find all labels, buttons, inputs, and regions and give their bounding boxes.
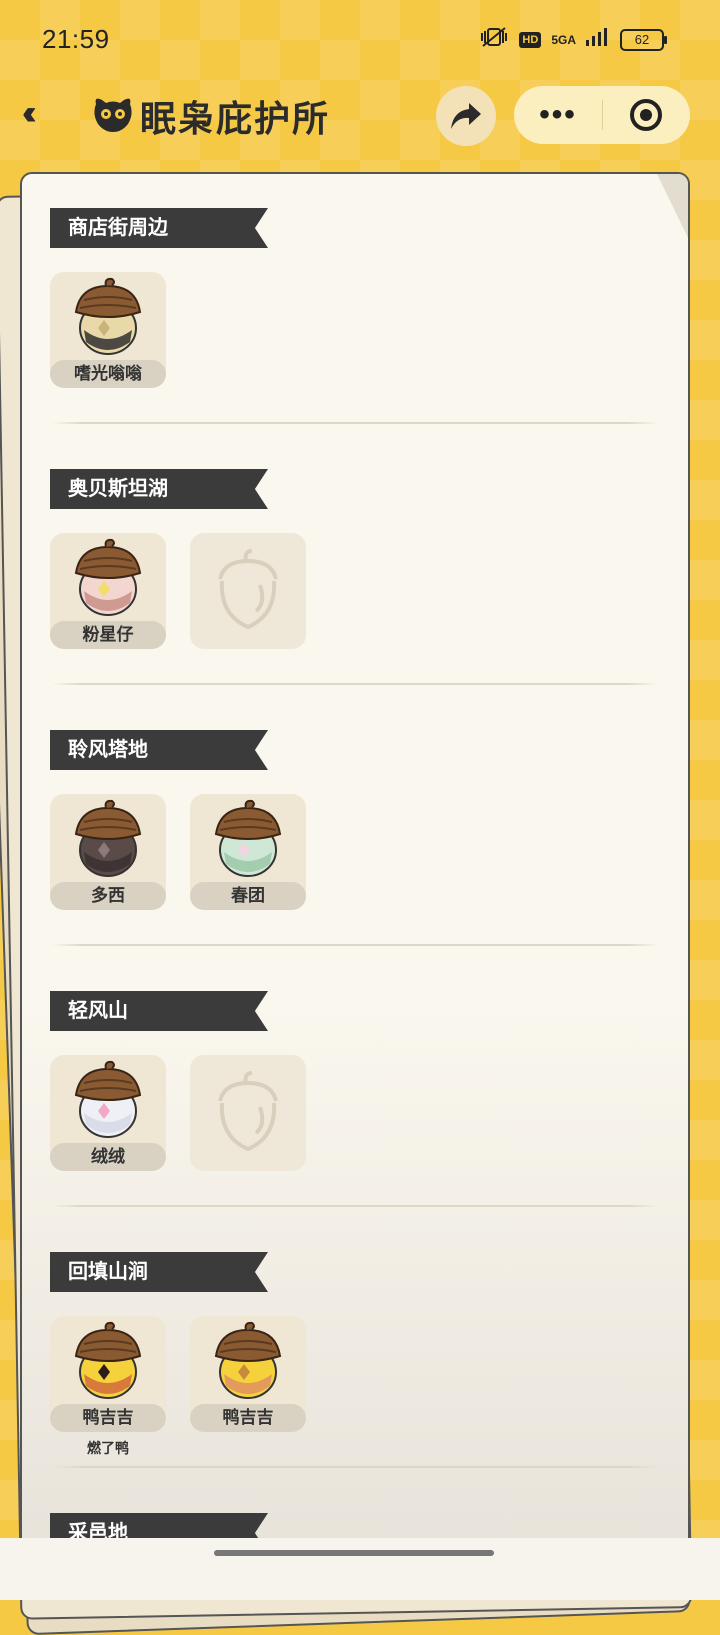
creature-card-row: 绒绒 bbox=[50, 1055, 306, 1171]
close-target-icon bbox=[630, 99, 662, 131]
empty-creature-slot[interactable] bbox=[190, 533, 306, 649]
acorn-creature-icon bbox=[74, 1321, 142, 1399]
section-header: 回填山涧 bbox=[50, 1252, 268, 1292]
section-divider bbox=[52, 1466, 658, 1468]
status-bar: 21:59 HD 5GA 62 bbox=[0, 0, 720, 80]
back-button[interactable]: ‹‹ bbox=[22, 94, 36, 133]
acorn-creature-icon bbox=[74, 538, 142, 616]
empty-acorn-slot-icon bbox=[218, 1071, 278, 1152]
section-header: 奥贝斯坦湖 bbox=[50, 469, 268, 509]
creature-name-label: 鸭吉吉 bbox=[50, 1404, 166, 1432]
section-divider bbox=[52, 422, 658, 424]
creature-name-label: 绒绒 bbox=[50, 1143, 166, 1171]
creature-sub-label: 燃了鸭 bbox=[87, 1440, 129, 1456]
share-arrow-icon bbox=[451, 103, 481, 129]
creature-card[interactable]: 春团 bbox=[190, 794, 306, 910]
section-header: 商店街周边 bbox=[50, 208, 268, 248]
acorn-creature-icon bbox=[214, 1321, 282, 1399]
bottom-bar bbox=[0, 1538, 720, 1600]
creature-name-label: 嗜光嗡嗡 bbox=[50, 360, 166, 388]
creature-card[interactable]: 多西 bbox=[50, 794, 166, 910]
signal-icon bbox=[586, 28, 610, 51]
creature-card-row: 鸭吉吉 燃了鸭 鸭吉吉 bbox=[50, 1316, 306, 1456]
status-icons: HD 5GA 62 bbox=[479, 26, 667, 53]
close-target-button[interactable] bbox=[602, 86, 690, 144]
creature-name-label: 粉星仔 bbox=[50, 621, 166, 649]
creature-card[interactable]: 鸭吉吉 燃了鸭 bbox=[50, 1316, 166, 1456]
creature-name-label: 春团 bbox=[190, 882, 306, 910]
creature-card[interactable]: 绒绒 bbox=[50, 1055, 166, 1171]
creature-card[interactable]: 粉星仔 bbox=[50, 533, 166, 649]
battery-indicator: 62 bbox=[620, 28, 667, 51]
status-time: 21:59 bbox=[42, 24, 110, 54]
creature-card-row: 粉星仔 bbox=[50, 533, 306, 649]
more-menu-button[interactable]: ••• bbox=[514, 86, 602, 144]
creature-card[interactable]: 嗜光嗡嗡 bbox=[50, 272, 166, 388]
mini-program-capsule: ••• bbox=[514, 86, 690, 144]
creature-card-row: 嗜光嗡嗡 bbox=[50, 272, 166, 388]
paper-fold-corner bbox=[656, 174, 688, 242]
home-indicator[interactable] bbox=[214, 1550, 494, 1556]
network-label: 5GA bbox=[551, 32, 576, 47]
acorn-creature-icon bbox=[74, 1060, 142, 1138]
section-divider bbox=[52, 683, 658, 685]
creature-name-label: 鸭吉吉 bbox=[190, 1404, 306, 1432]
collection-paper: 商店街周边嗜光嗡嗡奥贝斯坦湖粉星仔聆风塔地多西 春团轻风山绒绒回填山涧鸭吉吉燃了鸭… bbox=[20, 172, 690, 1556]
acorn-creature-icon bbox=[74, 277, 142, 355]
section-divider bbox=[52, 1205, 658, 1207]
section-divider bbox=[52, 944, 658, 946]
acorn-creature-icon bbox=[74, 799, 142, 877]
vibrate-mute-icon bbox=[479, 26, 509, 53]
nav-bar: ‹‹ 眠枭庇护所 ••• bbox=[0, 80, 720, 146]
empty-creature-slot[interactable] bbox=[190, 1055, 306, 1171]
section-header: 聆风塔地 bbox=[50, 730, 268, 770]
creature-card[interactable]: 鸭吉吉 bbox=[190, 1316, 306, 1432]
owl-logo-icon bbox=[92, 94, 134, 132]
creature-card-row: 多西 春团 bbox=[50, 794, 306, 910]
hd-badge: HD bbox=[519, 31, 542, 48]
page-title: 眠枭庇护所 bbox=[140, 98, 331, 139]
acorn-creature-icon bbox=[214, 799, 282, 877]
creature-name-label: 多西 bbox=[50, 882, 166, 910]
section-header: 轻风山 bbox=[50, 991, 268, 1031]
share-button[interactable] bbox=[436, 86, 496, 146]
empty-acorn-slot-icon bbox=[218, 549, 278, 630]
